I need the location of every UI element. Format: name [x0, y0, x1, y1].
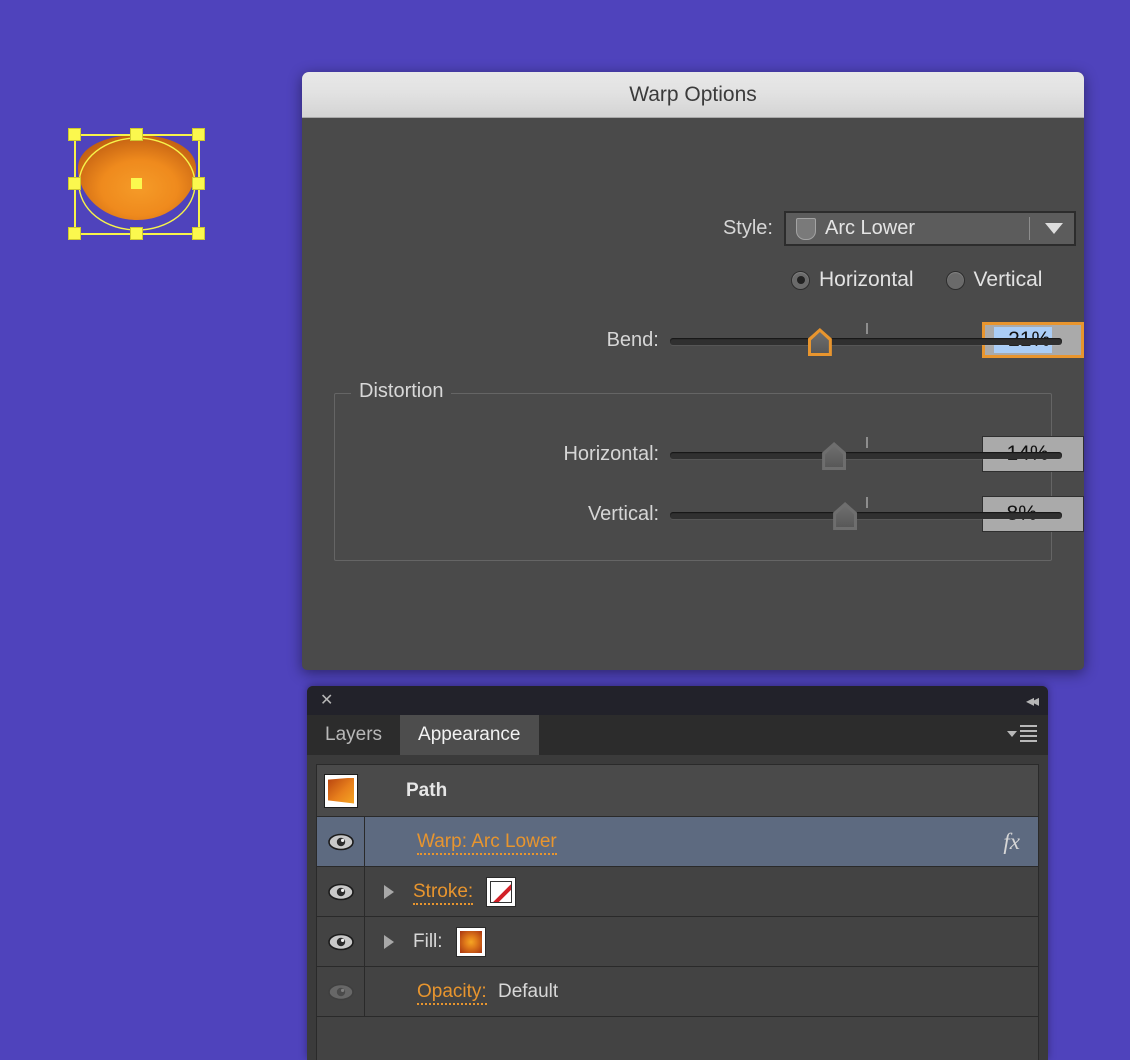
radio-horizontal-indicator[interactable]	[791, 271, 810, 290]
panel-menu-icon[interactable]	[1007, 725, 1037, 742]
tab-layers-label: Layers	[325, 724, 382, 746]
radio-vertical[interactable]: Vertical	[946, 268, 1043, 292]
close-icon[interactable]: ✕	[320, 693, 333, 709]
handle-bottom-center[interactable]	[130, 227, 143, 240]
appearance-row-stroke-label[interactable]: Stroke:	[413, 881, 473, 903]
appearance-row-path[interactable]: Path	[317, 765, 1038, 817]
appearance-row-warp-label[interactable]: Warp: Arc Lower	[417, 831, 557, 853]
appearance-list: Path Warp: Arc Lower fx	[316, 764, 1039, 1060]
appearance-row-stroke[interactable]: Stroke:	[317, 867, 1038, 917]
dialog-body: Style: Arc Lower Horizontal Vertical	[302, 118, 1084, 670]
bend-slider-thumb[interactable]	[808, 328, 832, 356]
distortion-horizontal-tick	[866, 437, 868, 448]
handle-bottom-left[interactable]	[68, 227, 81, 240]
opacity-value-text: Default	[498, 981, 558, 1002]
eye-icon	[328, 983, 354, 1001]
orientation-radio-group: Horizontal Vertical	[791, 268, 1042, 292]
distortion-vertical-tick	[866, 497, 868, 508]
appearance-row-fill-label: Fill:	[413, 931, 443, 953]
disclosure-triangle-stroke[interactable]	[365, 867, 413, 916]
chevron-down-icon[interactable]	[1034, 213, 1074, 244]
handle-top-right[interactable]	[192, 128, 205, 141]
radio-vertical-label: Vertical	[974, 268, 1043, 292]
distortion-horizontal-label: Horizontal:	[302, 443, 670, 466]
tab-appearance-label: Appearance	[418, 724, 520, 746]
warp-link-text: Warp: Arc Lower	[417, 831, 557, 855]
visibility-toggle-fill[interactable]	[317, 917, 365, 966]
distortion-group: Distortion	[334, 393, 1052, 561]
panel-topbar: ✕ ◂◂	[307, 686, 1048, 715]
distortion-vertical-track[interactable]	[670, 512, 1062, 519]
radio-vertical-indicator[interactable]	[946, 271, 965, 290]
fx-icon[interactable]: fx	[1003, 829, 1020, 855]
appearance-row-opacity[interactable]: Opacity: Default	[317, 967, 1038, 1017]
handle-top-center[interactable]	[130, 128, 143, 141]
stroke-link-text: Stroke:	[413, 881, 473, 905]
eye-icon	[328, 833, 354, 851]
appearance-row-opacity-label[interactable]: Opacity: Default	[417, 981, 558, 1003]
style-dropdown[interactable]: Arc Lower	[784, 211, 1076, 246]
handle-bottom-right[interactable]	[192, 227, 205, 240]
appearance-row-warp[interactable]: Warp: Arc Lower fx	[317, 817, 1038, 867]
style-label: Style:	[302, 217, 784, 240]
dialog-titlebar[interactable]: Warp Options	[302, 72, 1084, 118]
radio-horizontal[interactable]: Horizontal	[791, 268, 914, 292]
visibility-toggle-stroke[interactable]	[317, 867, 365, 916]
bend-slider-tick	[866, 323, 868, 334]
handle-mid-left[interactable]	[68, 177, 81, 190]
style-value: Arc Lower	[825, 217, 1034, 240]
distortion-vertical-label: Vertical:	[302, 503, 670, 526]
appearance-list-empty-area	[317, 1017, 1038, 1060]
appearance-row-fill[interactable]: Fill:	[317, 917, 1038, 967]
artboard-selection[interactable]	[60, 120, 215, 260]
warp-options-dialog: Warp Options Style: Arc Lower Horizontal	[302, 72, 1084, 670]
style-row: Style: Arc Lower	[302, 211, 1084, 246]
bend-row: Bend: −21%	[302, 322, 1084, 358]
distortion-legend: Distortion	[351, 380, 451, 403]
bend-slider[interactable]	[670, 323, 967, 357]
path-thumbnail	[324, 774, 358, 808]
bend-slider-track[interactable]	[670, 338, 1062, 345]
appearance-panel: ✕ ◂◂ Layers Appearance Path	[307, 686, 1048, 1060]
tab-appearance[interactable]: Appearance	[400, 715, 538, 755]
disclosure-triangle-fill[interactable]	[365, 917, 413, 966]
distortion-horizontal-thumb[interactable]	[822, 442, 846, 470]
center-point	[131, 178, 142, 189]
handle-mid-right[interactable]	[192, 177, 205, 190]
visibility-toggle-opacity[interactable]	[317, 967, 365, 1016]
distortion-horizontal-row: Horizontal: −14%	[302, 436, 1084, 472]
distortion-vertical-row: Vertical: −8%	[302, 496, 1084, 532]
eye-icon	[328, 933, 354, 951]
dropdown-divider	[1029, 217, 1030, 240]
double-chevron-left-icon[interactable]: ◂◂	[1026, 691, 1036, 711]
appearance-row-path-label: Path	[406, 780, 447, 802]
handle-top-left[interactable]	[68, 128, 81, 141]
bend-label: Bend:	[302, 329, 670, 352]
distortion-vertical-slider[interactable]	[670, 497, 967, 531]
distortion-vertical-thumb[interactable]	[833, 502, 857, 530]
distortion-horizontal-track[interactable]	[670, 452, 1062, 459]
stroke-swatch[interactable]	[486, 877, 516, 907]
opacity-link-text: Opacity:	[417, 981, 487, 1005]
distortion-horizontal-slider[interactable]	[670, 437, 967, 471]
radio-horizontal-label: Horizontal	[819, 268, 914, 292]
tab-layers[interactable]: Layers	[307, 715, 400, 755]
fill-swatch[interactable]	[456, 927, 486, 957]
panel-tabs: Layers Appearance	[307, 715, 1048, 755]
eye-icon	[328, 883, 354, 901]
visibility-toggle-warp[interactable]	[317, 817, 365, 866]
arc-lower-icon	[796, 218, 816, 240]
dialog-title: Warp Options	[629, 83, 757, 107]
